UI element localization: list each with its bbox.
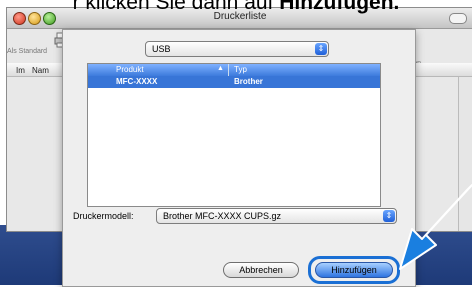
connection-type-popup[interactable]: USB ⇕ — [145, 41, 329, 57]
caption-bold-text: Hinzufügen. — [279, 0, 400, 14]
pointer-arrow-icon — [399, 184, 472, 270]
popup-arrows-icon: ⇕ — [383, 210, 395, 222]
sort-ascending-icon: ▲ — [217, 65, 224, 72]
instruction-caption: r klicken Sie dann auf Hinzufügen. — [0, 0, 472, 15]
column-header-im[interactable]: Im — [16, 66, 25, 75]
set-default-button[interactable]: Als Standard — [7, 48, 47, 55]
header-typ[interactable]: Typ — [234, 65, 247, 74]
connection-type-value: USB — [152, 44, 171, 54]
cancel-button[interactable]: Abbrechen — [223, 262, 299, 278]
add-printer-sheet: USB ⇕ Produkt ▲ Typ MFC-XXXX Brother Dru… — [62, 29, 416, 287]
header-separator — [228, 64, 229, 76]
druckermodell-label: Druckermodell: — [73, 211, 134, 221]
caption-text: r klicken Sie dann auf — [72, 0, 280, 14]
row-typ: Brother — [234, 77, 263, 86]
table-row[interactable]: MFC-XXXX Brother — [88, 76, 380, 88]
printer-model-popup[interactable]: Brother MFC-XXXX CUPS.gz ⇕ — [156, 208, 397, 224]
row-produkt: MFC-XXXX — [116, 77, 158, 86]
header-produkt[interactable]: Produkt — [116, 65, 144, 74]
popup-arrows-icon: ⇕ — [315, 43, 327, 55]
printer-product-table: Produkt ▲ Typ MFC-XXXX Brother — [87, 63, 381, 207]
add-button[interactable]: Hinzufügen — [315, 262, 393, 278]
product-table-header: Produkt ▲ Typ — [88, 64, 380, 76]
column-header-name[interactable]: Nam — [32, 66, 49, 75]
printer-model-value: Brother MFC-XXXX CUPS.gz — [163, 211, 282, 221]
